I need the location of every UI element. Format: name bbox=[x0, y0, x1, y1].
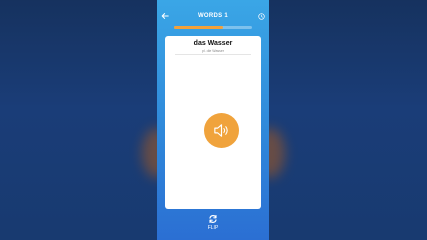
progress-fill bbox=[174, 26, 224, 29]
background-left bbox=[0, 0, 157, 240]
header: WORDS 1 bbox=[157, 0, 269, 30]
flip-icon bbox=[209, 214, 217, 224]
app-screen: WORDS 1 das Wasser pl. die Wasser FLIP bbox=[157, 0, 269, 240]
flip-button[interactable]: FLIP bbox=[201, 212, 225, 234]
audio-button[interactable] bbox=[204, 113, 239, 148]
clock-icon[interactable] bbox=[258, 13, 265, 20]
page-title: WORDS 1 bbox=[197, 13, 229, 19]
flashcard[interactable]: das Wasser pl. die Wasser bbox=[165, 36, 261, 209]
progress-bar bbox=[174, 26, 252, 29]
flip-label: FLIP bbox=[207, 225, 219, 231]
divider bbox=[175, 54, 251, 55]
card-word: das Wasser bbox=[193, 40, 233, 47]
background-right bbox=[269, 0, 427, 240]
card-plural: pl. die Wasser bbox=[201, 49, 225, 53]
speaker-icon bbox=[214, 124, 228, 137]
